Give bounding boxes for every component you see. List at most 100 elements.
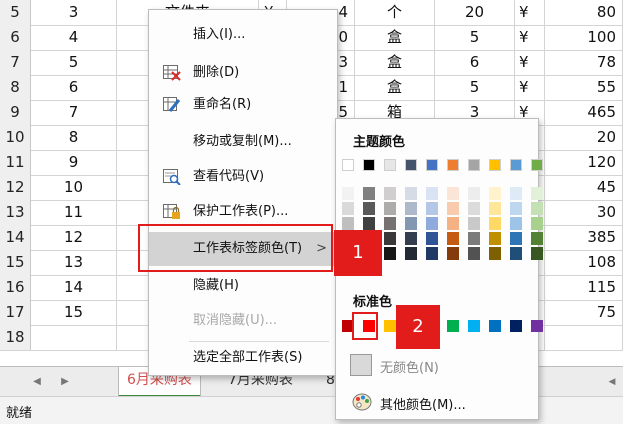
theme-shade-swatch[interactable]	[447, 247, 459, 260]
table-cell[interactable]: 5	[435, 25, 515, 50]
theme-shade-swatch[interactable]	[489, 217, 501, 230]
theme-shade-swatch[interactable]	[468, 217, 480, 230]
table-cell[interactable]: 盒	[355, 25, 435, 50]
row-header[interactable]: 18	[0, 325, 31, 350]
table-cell[interactable]: 20	[435, 0, 515, 25]
theme-shade-swatch[interactable]	[468, 187, 480, 200]
table-cell[interactable]: 80	[545, 0, 623, 25]
table-cell[interactable]: 7	[31, 100, 117, 125]
theme-shade-swatch[interactable]	[531, 202, 543, 215]
theme-shade-swatch[interactable]	[342, 187, 354, 200]
theme-shade-swatch[interactable]	[510, 217, 522, 230]
theme-shade-swatch[interactable]	[468, 202, 480, 215]
theme-color-swatch[interactable]	[468, 159, 480, 171]
theme-shade-swatch[interactable]	[489, 232, 501, 245]
theme-shade-swatch[interactable]	[510, 187, 522, 200]
theme-shade-swatch[interactable]	[384, 232, 396, 245]
table-cell[interactable]: 13	[31, 250, 117, 275]
theme-color-swatch[interactable]	[510, 159, 522, 171]
theme-shade-swatch[interactable]	[447, 187, 459, 200]
theme-shade-swatch[interactable]	[426, 232, 438, 245]
theme-shade-swatch[interactable]	[405, 202, 417, 215]
theme-shade-swatch[interactable]	[384, 187, 396, 200]
table-cell[interactable]	[545, 325, 623, 350]
theme-shade-swatch[interactable]	[342, 202, 354, 215]
table-cell[interactable]: 8	[31, 125, 117, 150]
theme-shade-swatch[interactable]	[531, 247, 543, 260]
row-header[interactable]: 10	[0, 125, 31, 150]
theme-shade-swatch[interactable]	[405, 247, 417, 260]
theme-color-swatch[interactable]	[342, 159, 354, 171]
theme-color-swatch[interactable]	[531, 159, 543, 171]
theme-color-swatch[interactable]	[447, 159, 459, 171]
theme-color-swatch[interactable]	[405, 159, 417, 171]
row-header[interactable]: 16	[0, 275, 31, 300]
table-cell[interactable]: 4	[31, 25, 117, 50]
table-cell[interactable]: 20	[545, 125, 623, 150]
standard-color-swatch[interactable]	[468, 320, 480, 332]
table-cell[interactable]: 465	[545, 100, 623, 125]
theme-color-swatch[interactable]	[426, 159, 438, 171]
prev-sheet-icon[interactable]: ◀	[30, 374, 44, 390]
table-cell[interactable]: 9	[31, 150, 117, 175]
theme-shade-swatch[interactable]	[405, 187, 417, 200]
menu-item-protect-sheet[interactable]: 保护工作表(P)...	[149, 199, 337, 225]
theme-shade-swatch[interactable]	[384, 217, 396, 230]
menu-item-move-copy[interactable]: 移动或复制(M)...	[149, 129, 337, 155]
theme-shade-swatch[interactable]	[447, 232, 459, 245]
standard-color-swatch[interactable]	[489, 320, 501, 332]
menu-item-rename[interactable]: 重命名(R)	[149, 92, 337, 118]
table-cell[interactable]: 10	[31, 175, 117, 200]
table-cell[interactable]: ¥	[515, 25, 545, 50]
theme-shade-swatch[interactable]	[426, 247, 438, 260]
tab-scroll-right-icon[interactable]: ◀	[605, 374, 619, 390]
theme-shade-swatch[interactable]	[447, 202, 459, 215]
more-colors-button[interactable]: 其他颜色(M)...	[350, 391, 530, 415]
menu-item-view-code[interactable]: 查看代码(V)	[149, 164, 337, 190]
table-cell[interactable]: 385	[545, 225, 623, 250]
theme-shade-swatch[interactable]	[489, 247, 501, 260]
theme-color-swatch[interactable]	[363, 159, 375, 171]
theme-shade-swatch[interactable]	[510, 202, 522, 215]
table-cell[interactable]: 盒	[355, 75, 435, 100]
row-header[interactable]: 12	[0, 175, 31, 200]
menu-item-insert[interactable]: 插入(I)...	[149, 22, 337, 48]
row-header[interactable]: 11	[0, 150, 31, 175]
table-cell[interactable]: 120	[545, 150, 623, 175]
table-cell[interactable]: 3	[31, 0, 117, 25]
theme-shade-swatch[interactable]	[384, 247, 396, 260]
table-cell[interactable]: 6	[31, 75, 117, 100]
theme-shade-swatch[interactable]	[531, 187, 543, 200]
theme-shade-swatch[interactable]	[426, 217, 438, 230]
theme-shade-swatch[interactable]	[426, 202, 438, 215]
table-cell[interactable]: 5	[435, 75, 515, 100]
theme-shade-swatch[interactable]	[510, 247, 522, 260]
row-header[interactable]: 17	[0, 300, 31, 325]
theme-shade-swatch[interactable]	[468, 232, 480, 245]
theme-shade-swatch[interactable]	[426, 187, 438, 200]
theme-shade-swatch[interactable]	[468, 247, 480, 260]
menu-item-hide[interactable]: 隐藏(H)	[149, 273, 337, 299]
row-header[interactable]: 7	[0, 50, 31, 75]
theme-shade-swatch[interactable]	[531, 217, 543, 230]
standard-color-swatch[interactable]	[447, 320, 459, 332]
table-cell[interactable]: 5	[31, 50, 117, 75]
no-color-button[interactable]: 无颜色(N)	[350, 352, 530, 378]
table-cell[interactable]: 6	[435, 50, 515, 75]
row-header[interactable]: 14	[0, 225, 31, 250]
theme-shade-swatch[interactable]	[510, 232, 522, 245]
row-header[interactable]: 13	[0, 200, 31, 225]
theme-shade-swatch[interactable]	[405, 232, 417, 245]
table-cell[interactable]: 14	[31, 275, 117, 300]
row-header[interactable]: 5	[0, 0, 31, 25]
theme-shade-swatch[interactable]	[342, 217, 354, 230]
table-cell[interactable]: 12	[31, 225, 117, 250]
theme-shade-swatch[interactable]	[363, 217, 375, 230]
theme-shade-swatch[interactable]	[363, 187, 375, 200]
table-cell[interactable]: ¥	[515, 0, 545, 25]
table-cell[interactable]: 55	[545, 75, 623, 100]
row-header[interactable]: 6	[0, 25, 31, 50]
table-cell[interactable]: ¥	[515, 75, 545, 100]
table-cell[interactable]: 个	[355, 0, 435, 25]
table-cell[interactable]: 78	[545, 50, 623, 75]
